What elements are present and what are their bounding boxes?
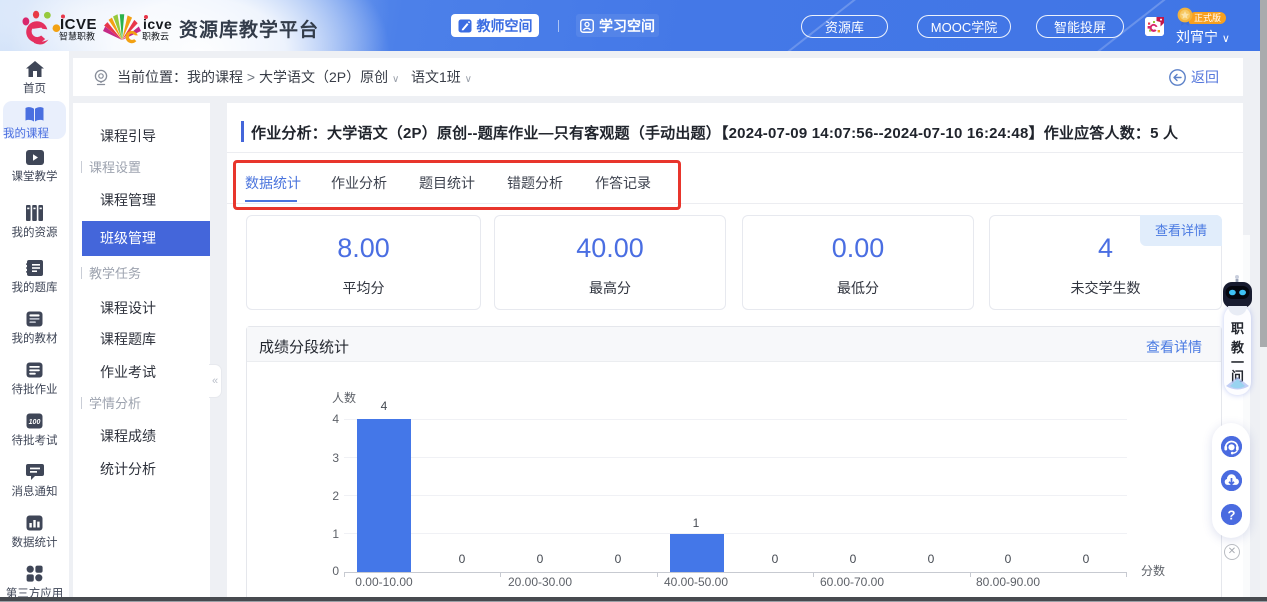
svg-text:分数: 分数 bbox=[1141, 563, 1165, 578]
svg-text:3: 3 bbox=[332, 451, 339, 465]
svg-text:0.00-10.00: 0.00-10.00 bbox=[355, 575, 413, 589]
svg-text:0: 0 bbox=[1005, 552, 1012, 566]
svg-text:0: 0 bbox=[1083, 552, 1090, 566]
svg-text:0: 0 bbox=[537, 552, 544, 566]
svg-text:0: 0 bbox=[459, 552, 466, 566]
svg-text:2: 2 bbox=[332, 489, 339, 503]
svg-text:100: 100 bbox=[29, 419, 41, 426]
svg-text:4: 4 bbox=[332, 412, 339, 426]
svg-text:1: 1 bbox=[332, 527, 339, 541]
svg-text:1: 1 bbox=[693, 516, 700, 530]
svg-text:4: 4 bbox=[381, 399, 388, 413]
svg-text:人数: 人数 bbox=[332, 390, 356, 405]
svg-text:职教云: 职教云 bbox=[142, 31, 169, 42]
svg-text:0: 0 bbox=[772, 552, 779, 566]
svg-text:0: 0 bbox=[332, 564, 339, 578]
svg-text:0: 0 bbox=[850, 552, 857, 566]
svg-text:20.00-30.00: 20.00-30.00 bbox=[508, 575, 572, 589]
svg-text:40.00-50.00: 40.00-50.00 bbox=[664, 575, 728, 589]
svg-text:80.00-90.00: 80.00-90.00 bbox=[976, 575, 1040, 589]
svg-text:?: ? bbox=[1228, 508, 1236, 523]
svg-text:0: 0 bbox=[928, 552, 935, 566]
svg-text:0: 0 bbox=[615, 552, 622, 566]
svg-text:ICVE: ICVE bbox=[60, 16, 97, 33]
svg-text:60.00-70.00: 60.00-70.00 bbox=[820, 575, 884, 589]
svg-text:智慧职教: 智慧职教 bbox=[59, 31, 95, 42]
